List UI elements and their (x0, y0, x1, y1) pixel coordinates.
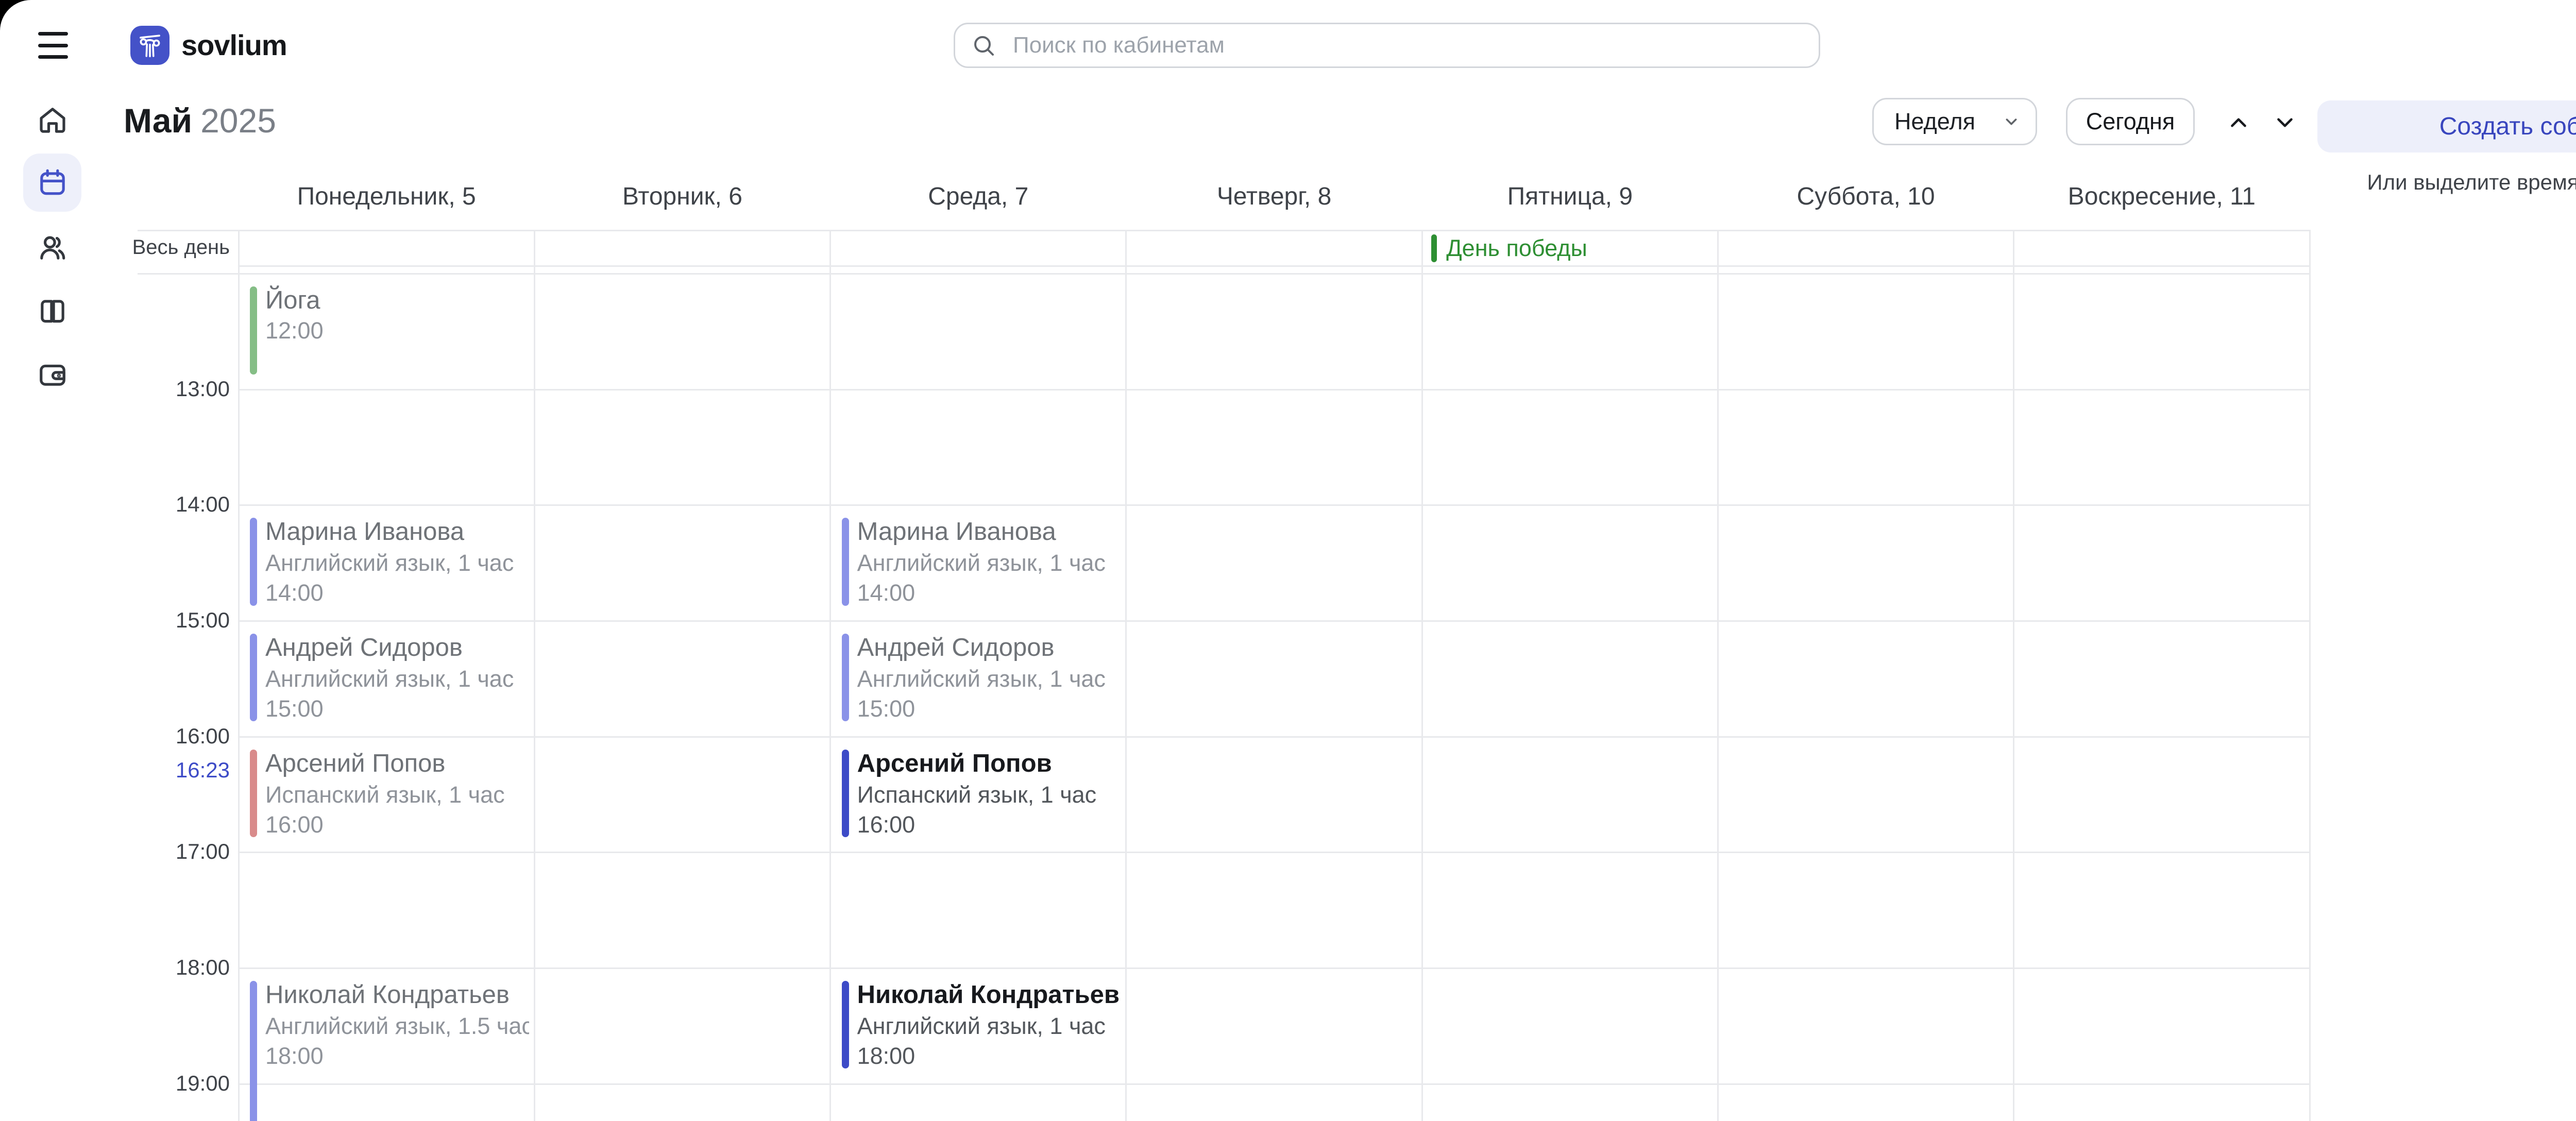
event-color-bar (250, 981, 257, 1121)
event-time: 16:00 (857, 810, 1109, 839)
event-time: 15:00 (857, 694, 1109, 723)
grid-line (2309, 230, 2311, 1121)
event-subtitle: Английский язык, 1 час (857, 1011, 1109, 1042)
event-title: Йога (265, 284, 517, 316)
grid-line (239, 504, 2310, 506)
event-subtitle: Английский язык, 1 час (265, 548, 517, 579)
grid-line (138, 230, 2310, 231)
grid-line (534, 230, 535, 1121)
day-header: Четверг, 8 (1126, 181, 1422, 212)
event-card[interactable]: Николай КондратьевАнглийский язык, 1.5 ч… (240, 967, 529, 1121)
event-card[interactable]: Арсений ПоповИспанский язык, 1 час16:00 (832, 736, 1121, 852)
event-subtitle: Английский язык, 1 час (857, 664, 1109, 694)
hour-label: 14:00 (77, 492, 230, 517)
event-subtitle: Испанский язык, 1 час (857, 779, 1109, 810)
hour-label: 17:00 (77, 839, 230, 864)
event-title: Николай Кондратьев (857, 979, 1109, 1011)
event-title: Марина Иванова (857, 516, 1109, 548)
hour-label: 16:00 (77, 724, 230, 749)
all-day-event[interactable]: День победы (1431, 234, 1587, 263)
grid-line (239, 1083, 2310, 1085)
app-window: sovlium (0, 0, 2576, 1121)
event-subtitle: Испанский язык, 1 час (265, 779, 517, 810)
event-card[interactable]: Марина ИвановаАнглийский язык, 1 час14:0… (240, 504, 529, 620)
event-subtitle: Английский язык, 1 час (265, 664, 517, 694)
event-time: 15:00 (265, 694, 517, 723)
day-header: Понедельник, 5 (239, 181, 534, 212)
event-color-bar (842, 518, 849, 606)
day-header: Вторник, 6 (534, 181, 830, 212)
day-header: Суббота, 10 (1718, 181, 2013, 212)
event-card[interactable]: Андрей СидоровАнглийский язык, 1 час15:0… (832, 620, 1121, 736)
event-color-bar (1431, 234, 1437, 262)
event-color-bar (842, 981, 849, 1069)
grid-line (239, 736, 2310, 738)
grid-line (1125, 230, 1127, 1121)
event-time: 18:00 (265, 1042, 517, 1071)
event-card[interactable]: Арсений ПоповИспанский язык, 1 час16:00 (240, 736, 529, 852)
grid-line (239, 967, 2310, 969)
day-header: Пятница, 9 (1422, 181, 1718, 212)
event-title: Андрей Сидоров (265, 632, 517, 664)
current-time-label: 16:23 (77, 758, 230, 783)
all-day-event-title: День победы (1446, 235, 1587, 262)
event-card[interactable]: Йога12:00 (240, 273, 529, 389)
event-color-bar (842, 750, 849, 838)
grid-line (239, 389, 2310, 390)
event-card[interactable]: Николай КондратьевАнглийский язык, 1 час… (832, 967, 1121, 1083)
event-color-bar (250, 286, 257, 375)
grid-line (1717, 230, 1719, 1121)
event-time: 12:00 (265, 316, 517, 345)
event-time: 18:00 (857, 1042, 1109, 1071)
event-subtitle: Английский язык, 1 час (857, 548, 1109, 579)
grid-line (1421, 230, 1423, 1121)
event-card[interactable]: Андрей СидоровАнглийский язык, 1 час15:0… (240, 620, 529, 736)
day-header: Воскресение, 11 (2014, 181, 2310, 212)
event-title: Марина Иванова (265, 516, 517, 548)
event-title: Андрей Сидоров (857, 632, 1109, 664)
grid-line (2013, 230, 2014, 1121)
event-time: 16:00 (265, 810, 517, 839)
event-color-bar (842, 634, 849, 722)
event-color-bar (250, 518, 257, 606)
event-color-bar (250, 634, 257, 722)
day-header: Среда, 7 (831, 181, 1126, 212)
grid-line (239, 265, 2310, 267)
hour-label: 19:00 (77, 1071, 230, 1096)
event-title: Арсений Попов (265, 748, 517, 779)
calendar-grid[interactable]: Понедельник, 5Вторник, 6Среда, 7Четверг,… (0, 0, 2576, 1121)
event-color-bar (250, 750, 257, 838)
event-time: 14:00 (857, 579, 1109, 607)
all-day-label: Весь день (77, 236, 230, 259)
grid-line (239, 852, 2310, 853)
hour-label: 15:00 (77, 608, 230, 633)
hour-label: 13:00 (77, 377, 230, 401)
event-title: Николай Кондратьев (265, 979, 517, 1011)
event-card[interactable]: Марина ИвановаАнглийский язык, 1 час14:0… (832, 504, 1121, 620)
event-title: Арсений Попов (857, 748, 1109, 779)
grid-line (239, 620, 2310, 622)
hour-label: 18:00 (77, 955, 230, 980)
event-subtitle: Английский язык, 1.5 часа (265, 1011, 517, 1042)
event-time: 14:00 (265, 579, 517, 607)
